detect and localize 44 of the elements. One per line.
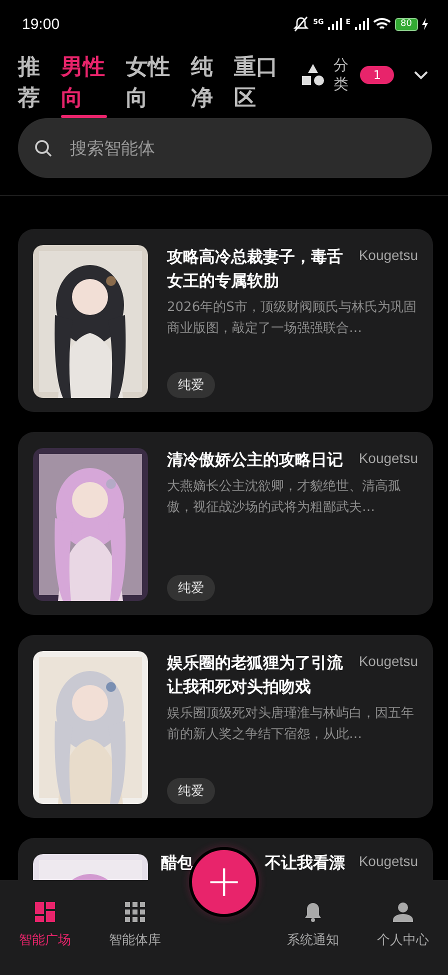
bell-icon <box>303 902 323 922</box>
nav-tab[interactable]: 智能广场 <box>5 880 85 975</box>
battery-level: 80 <box>394 18 418 30</box>
grid-icon <box>125 902 145 922</box>
mute-icon <box>293 16 310 32</box>
category-tab[interactable]: 女性向 <box>126 50 172 116</box>
story-card[interactable]: 攻略高冷总裁妻子，毒舌女王的专属软肋 Kougetsu 2026年的S市，顶级财阀顾氏与林氏为巩固商业版图，敲定了一场强强联合… 纯爱 <box>18 229 433 412</box>
story-title: 娱乐圈的老狐狸为了引流让我和死对头拍吻戏 <box>167 652 344 698</box>
search-field[interactable]: 搜索智能体 <box>18 118 432 178</box>
author-name: Kougetsu <box>358 852 418 871</box>
person-icon <box>393 902 413 922</box>
nav-tab[interactable]: 智能体库 <box>95 880 175 975</box>
author-name: Kougetsu <box>358 246 418 265</box>
nav-tab[interactable]: 个人中心 <box>363 880 443 975</box>
signal-icon <box>328 18 342 30</box>
story-card[interactable]: 娱乐圈的老狐狸为了引流让我和死对头拍吻戏 Kougetsu 娱乐圈顶级死对头唐瑾淮与林屿白，因五年前的新人奖之争结下宿怨，从此… 纯爱 <box>18 635 433 818</box>
genre-tag: 纯爱 <box>167 372 215 398</box>
category-tab[interactable]: 男性向 <box>61 50 107 116</box>
search-icon <box>34 139 52 157</box>
author-name: Kougetsu <box>358 652 418 671</box>
category-tab[interactable]: 重口区 <box>234 50 280 116</box>
story-title: 清冷傲娇公主的攻略日记 <box>167 449 344 471</box>
story-description: 2026年的S市，顶级财阀顾氏与林氏为巩固商业版图，敲定了一场强强联合… <box>167 299 418 338</box>
clock: 19:00 <box>22 16 61 32</box>
nav-tab[interactable]: 系统通知 <box>273 880 353 975</box>
story-title: 攻略高冷总裁妻子，毒舌女王的专属软肋 <box>167 246 344 292</box>
author-name: Kougetsu <box>358 449 418 468</box>
charging-icon <box>422 18 428 30</box>
story-card[interactable]: 清冷傲娇公主的攻略日记 Kougetsu 大燕嫡长公主沈欲卿，才貌绝世、清高孤傲，视征战沙场的武将为粗鄙武夫… 纯爱 <box>18 432 433 615</box>
story-description: 娱乐圈顶级死对头唐瑾淮与林屿白，因五年前的新人奖之争结下宿怨，从此… <box>167 705 415 744</box>
genre-tag: 纯爱 <box>167 778 215 804</box>
story-title: 不让我看漂 <box>265 853 345 872</box>
category-tab[interactable]: 纯净 <box>191 50 215 116</box>
chevron-down-icon[interactable] <box>414 70 428 80</box>
search-placeholder: 搜索智能体 <box>70 138 155 160</box>
category-tab[interactable]: 推荐 <box>18 50 42 116</box>
dashboard-icon <box>35 902 55 922</box>
wifi-icon <box>372 17 391 31</box>
count-badge: 1 <box>360 66 394 84</box>
category-label[interactable]: 分类 <box>333 56 348 94</box>
story-description: 大燕嫡长公主沈欲卿，才貌绝世、清高孤傲，视征战沙场的武将为粗鄙武夫… <box>167 478 402 517</box>
shapes-icon[interactable] <box>301 62 326 87</box>
signal-icon <box>354 18 369 30</box>
genre-tag: 纯爱 <box>167 575 215 601</box>
